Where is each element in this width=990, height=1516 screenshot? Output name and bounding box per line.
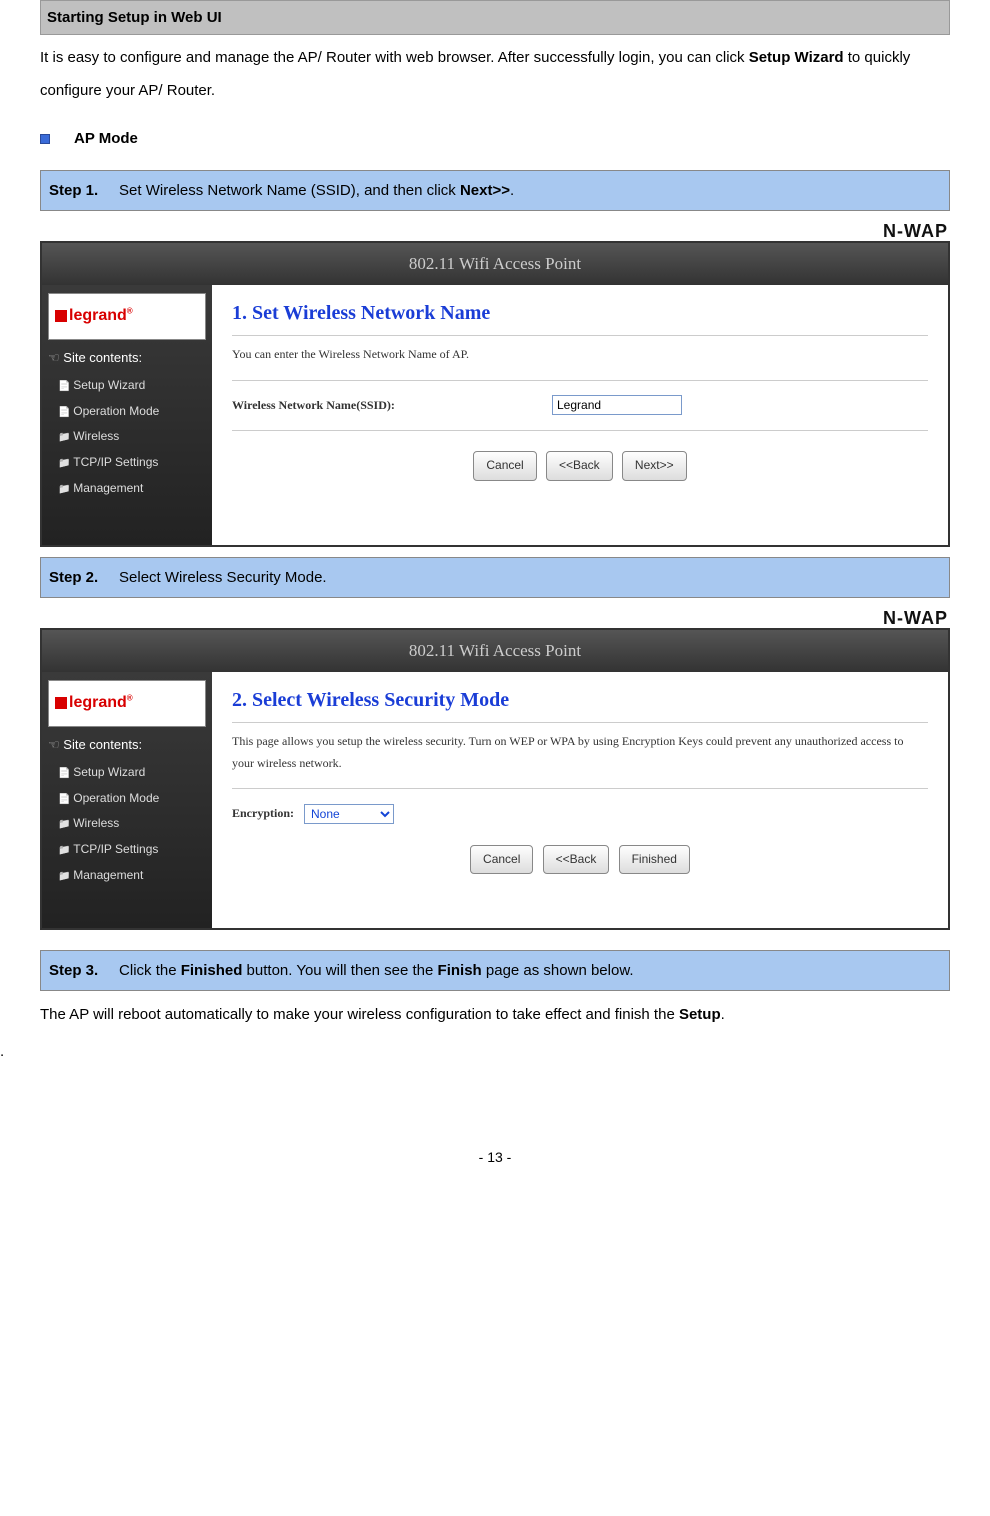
step3-t3: page as shown below. (482, 962, 634, 979)
cancel-button[interactable]: Cancel (473, 451, 536, 481)
ss2-button-row: Cancel <<Back Finished (232, 845, 928, 875)
ss1-tree-item[interactable]: TCP/IP Settings (58, 450, 206, 476)
ss1-site-title: Site contents: (48, 346, 206, 369)
intro-paragraph: It is easy to configure and manage the A… (40, 35, 950, 113)
closing-t1: The AP will reboot automatically to make… (40, 1006, 679, 1023)
ss2-tree: Setup Wizard Operation Mode Wireless TCP… (48, 760, 206, 888)
step1-text-before: Set Wireless Network Name (SSID), and th… (119, 182, 460, 199)
step2-bar: Step 2. Select Wireless Security Mode. (40, 557, 950, 598)
step1-bar: Step 1. Set Wireless Network Name (SSID)… (40, 170, 950, 211)
ss2-logo: legrand® (48, 680, 206, 727)
ss2-tree-item[interactable]: Management (58, 863, 206, 889)
step2-text: Select Wireless Security Mode. (119, 569, 327, 586)
closing-b1: Setup (679, 1006, 721, 1023)
encryption-select[interactable]: None (304, 804, 394, 824)
step3-b2: Finish (438, 962, 482, 979)
ss2-tree-item[interactable]: Operation Mode (58, 786, 206, 812)
ss1-main: 1. Set Wireless Network Name You can ent… (212, 285, 948, 545)
ss2-tree-item[interactable]: Setup Wizard (58, 760, 206, 786)
step2-num: Step 2. (49, 569, 98, 586)
encryption-label: Encryption: (232, 803, 294, 825)
closing-t2: . (721, 1006, 725, 1023)
ss2-banner: 802.11 Wifi Access Point (42, 630, 948, 672)
back-button[interactable]: <<Back (546, 451, 613, 481)
ssid-input[interactable] (552, 395, 682, 415)
screenshot1: 802.11 Wifi Access Point legrand® Site c… (40, 241, 950, 547)
mode-label: AP Mode (74, 125, 138, 152)
orphan-dot: . (0, 1038, 950, 1065)
ss1-desc: You can enter the Wireless Network Name … (232, 344, 928, 366)
finished-button[interactable]: Finished (619, 845, 690, 875)
screenshot2: 802.11 Wifi Access Point legrand® Site c… (40, 628, 950, 930)
ss1-tree-item[interactable]: Wireless (58, 424, 206, 450)
ss2-tree-item[interactable]: Wireless (58, 811, 206, 837)
step3-b1: Finished (181, 962, 243, 979)
intro-bold: Setup Wizard (749, 49, 844, 66)
cancel-button[interactable]: Cancel (470, 845, 533, 875)
screenshot2-container: N-WAP designed to be better. 802.11 Wifi… (40, 628, 950, 930)
ss1-tree-item[interactable]: Operation Mode (58, 399, 206, 425)
section-header: Starting Setup in Web UI (40, 0, 950, 35)
divider (232, 335, 928, 336)
page-footer: - 13 - (40, 1145, 950, 1190)
ss1-tree-item[interactable]: Management (58, 476, 206, 502)
back-button[interactable]: <<Back (543, 845, 610, 875)
intro-part1: It is easy to configure and manage the A… (40, 49, 749, 66)
step1-text-after: . (510, 182, 514, 199)
ss1-logo-text: legrand (69, 307, 127, 324)
closing-text: The AP will reboot automatically to make… (40, 991, 950, 1038)
ss1-sidebar: legrand® Site contents: Setup Wizard Ope… (42, 285, 212, 545)
mode-row: AP Mode (40, 113, 950, 164)
ss1-tree-item[interactable]: Setup Wizard (58, 373, 206, 399)
step3-t2: button. You will then see the (242, 962, 437, 979)
ss1-button-row: Cancel <<Back Next>> (232, 451, 928, 481)
ss1-field-label: Wireless Network Name(SSID): (232, 395, 512, 417)
divider (232, 722, 928, 723)
ss1-logo: legrand® (48, 293, 206, 340)
ss2-logo-text: legrand (69, 694, 127, 711)
step1-bold: Next>> (460, 182, 510, 199)
ss2-sidebar: legrand® Site contents: Setup Wizard Ope… (42, 672, 212, 928)
ss1-field-row: Wireless Network Name(SSID): (232, 395, 928, 417)
ss1-tree: Setup Wizard Operation Mode Wireless TCP… (48, 373, 206, 501)
screenshot1-container: N-WAP designed to be better. 802.11 Wifi… (40, 241, 950, 547)
next-button[interactable]: Next>> (622, 451, 687, 481)
ss2-tree-item[interactable]: TCP/IP Settings (58, 837, 206, 863)
step1-num: Step 1. (49, 182, 98, 199)
ss2-main: 2. Select Wireless Security Mode This pa… (212, 672, 948, 928)
ss1-banner: 802.11 Wifi Access Point (42, 243, 948, 285)
ss2-desc: This page allows you setup the wireless … (232, 731, 928, 774)
divider (232, 788, 928, 789)
ss2-heading: 2. Select Wireless Security Mode (232, 682, 928, 718)
divider (232, 380, 928, 381)
step3-bar: Step 3. Click the Finished button. You w… (40, 950, 950, 991)
step3-num: Step 3. (49, 962, 98, 979)
ss1-heading: 1. Set Wireless Network Name (232, 295, 928, 331)
ss2-site-title: Site contents: (48, 733, 206, 756)
bullet-icon (40, 134, 50, 144)
ss2-field-row: Encryption: None (232, 803, 928, 825)
divider (232, 430, 928, 431)
step3-t1: Click the (119, 962, 181, 979)
